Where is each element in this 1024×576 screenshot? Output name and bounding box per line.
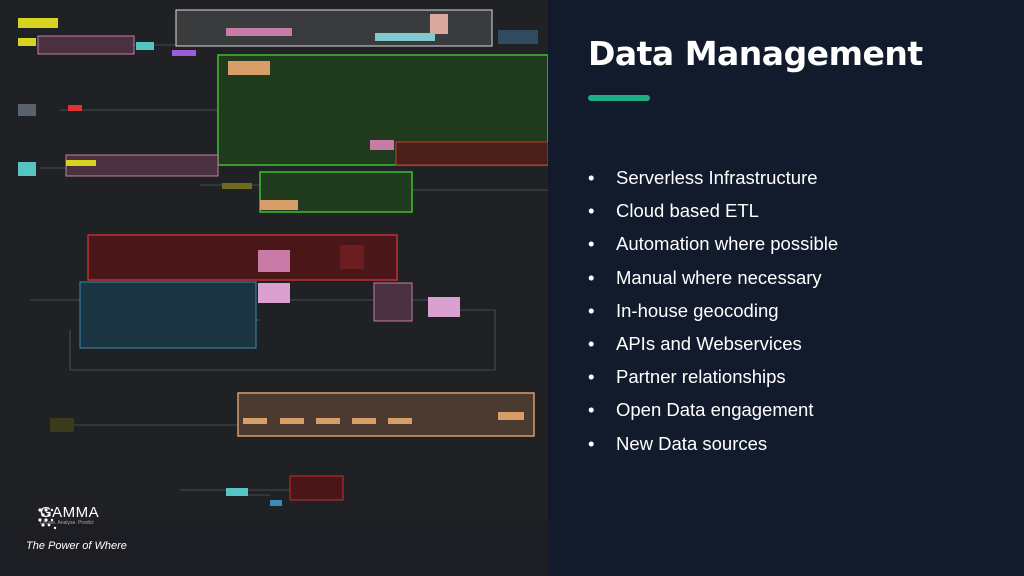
workflow-screenshot: GAMMA Locate. Analyse. Predict The Power… (0, 0, 548, 576)
bullet-text: New Data sources (616, 432, 768, 454)
bullet-glyph: • (588, 366, 595, 388)
bullet-item: • APIs and Webservices (588, 329, 838, 362)
bullet-item: • Open Data engagement (588, 395, 838, 428)
slide-title: Data Management (588, 34, 923, 73)
bullet-glyph: • (588, 233, 595, 255)
bullet-text: APIs and Webservices (616, 332, 802, 354)
slogan: The Power of Where (26, 540, 127, 552)
bullet-text: Open Data engagement (616, 399, 814, 421)
gamma-dots-icon (38, 508, 57, 530)
bullet-text: Serverless Infrastructure (616, 167, 818, 188)
bullet-item: • Automation where possible (588, 229, 838, 262)
bullet-item: • New Data sources (588, 429, 838, 462)
bullet-item: • Manual where necessary (588, 263, 838, 296)
title-accent-bar (588, 95, 650, 101)
bullet-glyph: • (588, 167, 595, 188)
node-graph-image (0, 9, 548, 576)
bullet-text: Manual where necessary (616, 266, 822, 288)
bullet-item: • Partner relationships (588, 362, 838, 395)
bullet-glyph: • (588, 299, 595, 321)
bullet-text: Cloud based ETL (616, 200, 759, 222)
bullet-glyph: • (588, 332, 595, 354)
bullet-glyph: • (588, 432, 595, 454)
bullet-glyph: • (588, 399, 595, 421)
bullet-text: Partner relationships (616, 366, 786, 388)
content-panel: Data Management • Serverless Infrastructu… (548, 0, 1024, 576)
gamma-logo: GAMMA Locate. Analyse. Predict (36, 505, 99, 530)
bullet-glyph: • (588, 200, 595, 222)
bullet-item: • Cloud based ETL (588, 196, 838, 229)
bullet-text: Automation where possible (616, 233, 839, 255)
bullet-item: • Serverless Infrastructure (588, 163, 838, 196)
bullet-item: • In-house geocoding (588, 296, 838, 329)
bullet-text: In-house geocoding (616, 299, 779, 321)
bullet-list: • Serverless Infrastructure • Cloud based E… (588, 163, 838, 462)
bullet-glyph: • (588, 266, 595, 288)
